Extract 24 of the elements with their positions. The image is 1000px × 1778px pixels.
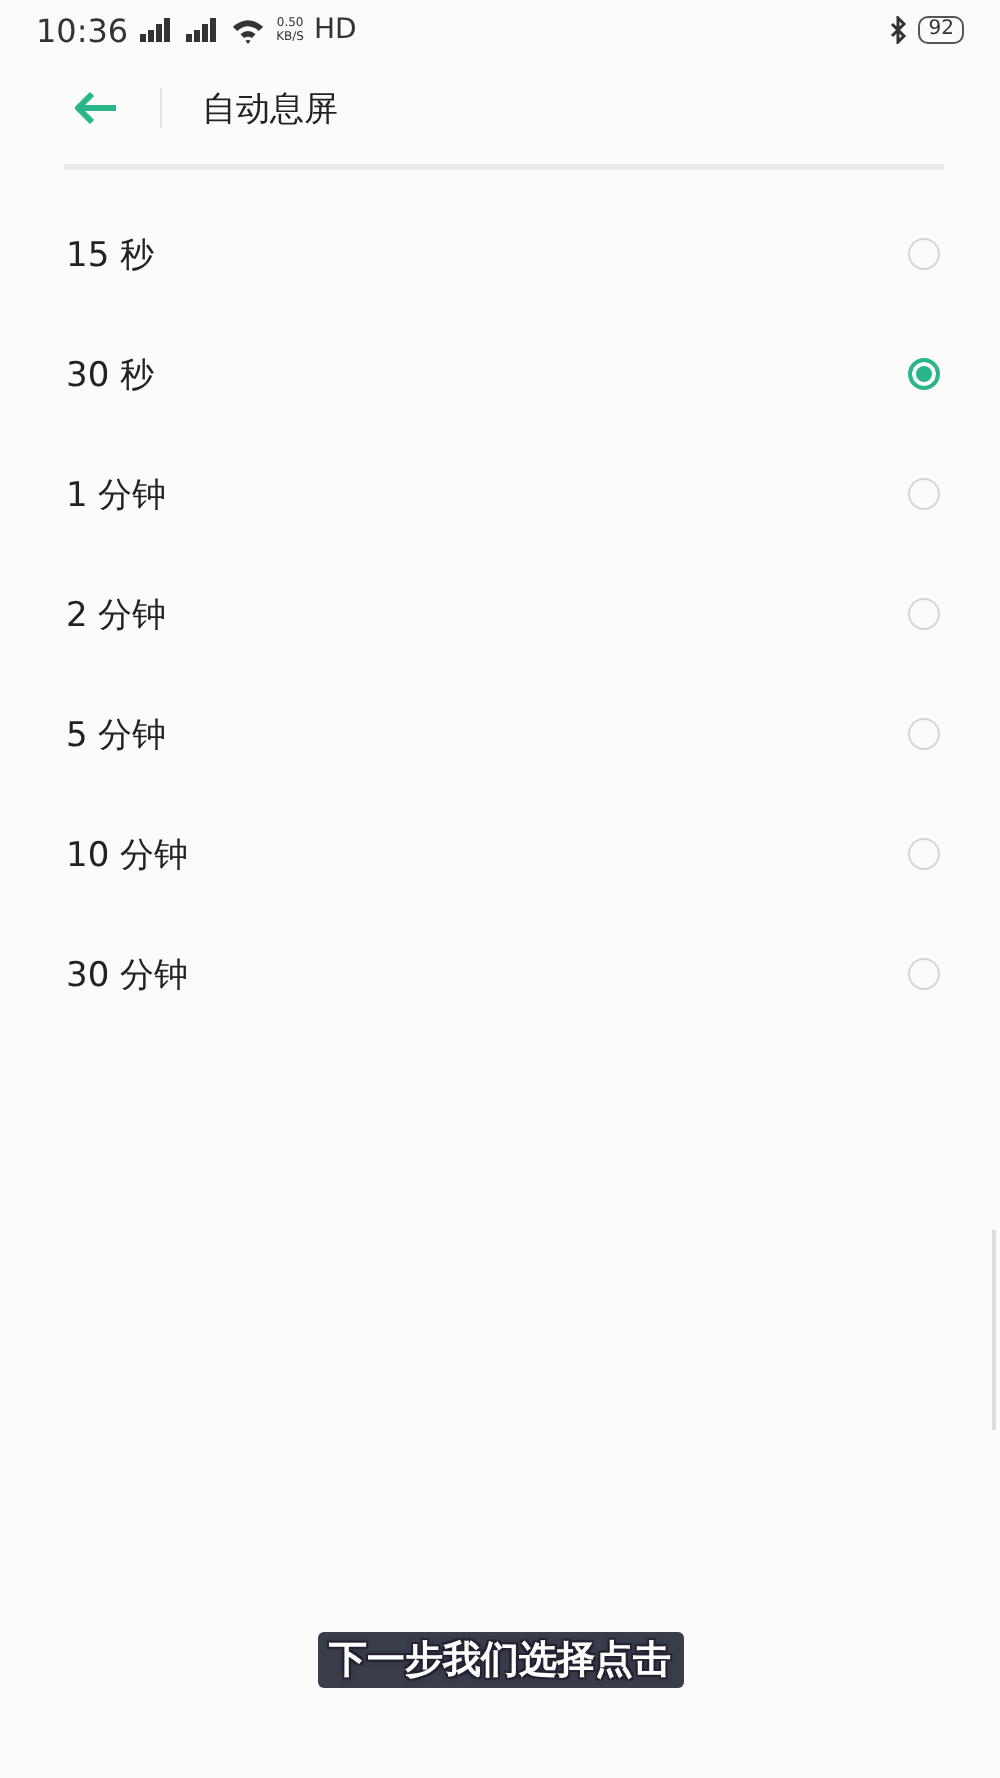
option-row[interactable]: 15 秒 bbox=[0, 194, 1000, 314]
option-row[interactable]: 2 分钟 bbox=[0, 554, 1000, 674]
radio-button[interactable] bbox=[908, 598, 940, 630]
radio-button[interactable] bbox=[908, 478, 940, 510]
signal-icon bbox=[138, 18, 175, 42]
video-subtitle: 下一步我们选择点击 bbox=[317, 1632, 683, 1688]
radio-button[interactable] bbox=[908, 358, 940, 390]
radio-button[interactable] bbox=[908, 958, 940, 990]
back-arrow-icon[interactable] bbox=[72, 90, 120, 126]
option-row[interactable]: 5 分钟 bbox=[0, 674, 1000, 794]
option-row[interactable]: 10 分钟 bbox=[0, 794, 1000, 914]
radio-button[interactable] bbox=[908, 838, 940, 870]
battery-indicator: 92 bbox=[918, 16, 964, 44]
hd-label: HD bbox=[314, 14, 357, 46]
page-title: 自动息屏 bbox=[202, 87, 338, 131]
radio-button[interactable] bbox=[908, 718, 940, 750]
bluetooth-icon bbox=[888, 16, 909, 44]
wifi-icon bbox=[230, 17, 267, 43]
option-row[interactable]: 1 分钟 bbox=[0, 434, 1000, 554]
status-time: 10:36 bbox=[36, 11, 129, 49]
option-row[interactable]: 30 分钟 bbox=[0, 914, 1000, 1034]
radio-button[interactable] bbox=[908, 238, 940, 270]
signal-icon bbox=[184, 18, 221, 42]
option-row[interactable]: 30 秒 bbox=[0, 314, 1000, 434]
